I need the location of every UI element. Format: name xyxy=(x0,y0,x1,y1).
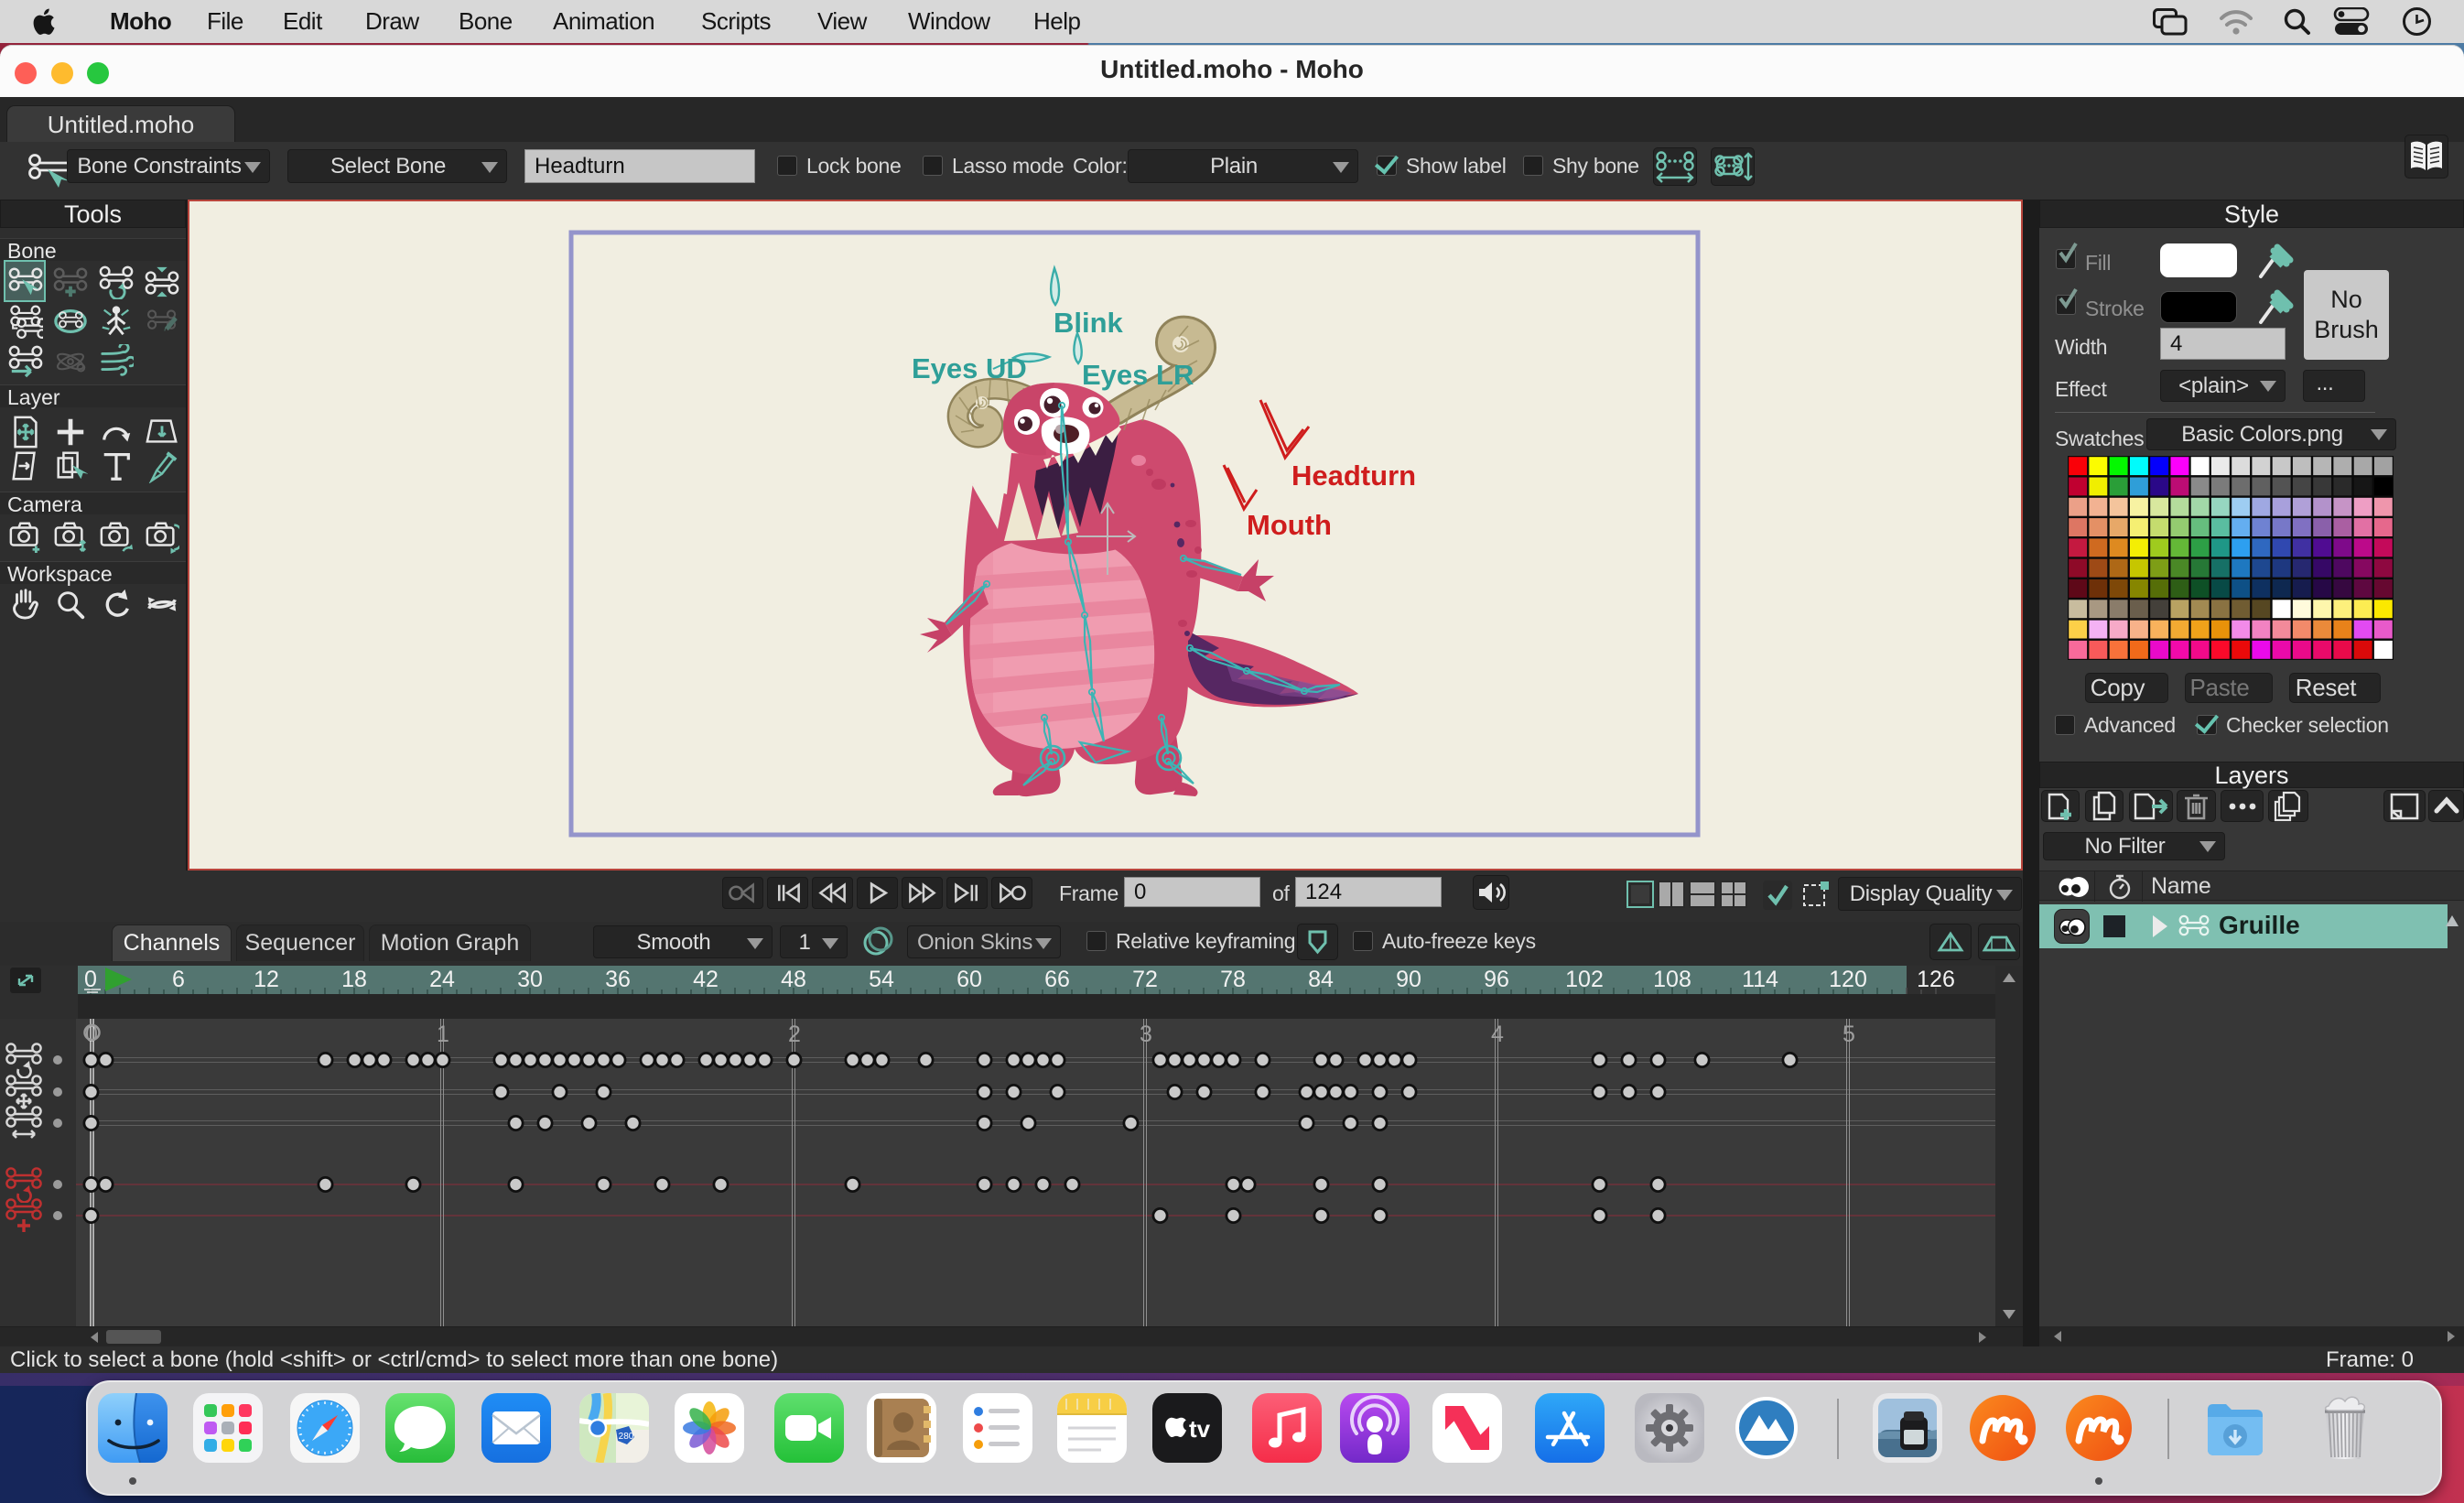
svg-text:36: 36 xyxy=(605,967,631,992)
svg-text:30: 30 xyxy=(517,967,543,992)
svg-text:Headturn: Headturn xyxy=(1291,460,1416,492)
svg-text:12: 12 xyxy=(254,967,279,992)
svg-text:114: 114 xyxy=(1742,967,1778,992)
svg-text:54: 54 xyxy=(869,967,894,992)
svg-text:tv: tv xyxy=(1189,1415,1211,1443)
svg-text:102: 102 xyxy=(1565,967,1604,992)
svg-text:108: 108 xyxy=(1653,967,1691,992)
svg-text:6: 6 xyxy=(172,967,185,992)
svg-text:42: 42 xyxy=(693,967,719,992)
svg-text:1: 1 xyxy=(437,1022,449,1047)
svg-text:Mouth: Mouth xyxy=(1247,509,1332,541)
svg-text:3: 3 xyxy=(1140,1022,1152,1047)
svg-text:18: 18 xyxy=(341,967,367,992)
svg-text:60: 60 xyxy=(956,967,982,992)
svg-text:72: 72 xyxy=(1132,967,1158,992)
svg-text:90: 90 xyxy=(1396,967,1421,992)
svg-text:5: 5 xyxy=(1843,1022,1855,1047)
svg-text:24: 24 xyxy=(429,967,455,992)
svg-text:84: 84 xyxy=(1308,967,1334,992)
svg-text:4: 4 xyxy=(1491,1022,1504,1047)
svg-text:0: 0 xyxy=(84,967,97,992)
svg-text:78: 78 xyxy=(1220,967,1246,992)
svg-text:120: 120 xyxy=(1829,967,1867,992)
svg-text:Eyes LR: Eyes LR xyxy=(1082,359,1194,391)
svg-text:96: 96 xyxy=(1484,967,1509,992)
svg-text:126: 126 xyxy=(1917,967,1955,992)
svg-text:48: 48 xyxy=(781,967,806,992)
svg-text:280: 280 xyxy=(619,1432,634,1442)
svg-text:Eyes UD: Eyes UD xyxy=(912,352,1027,384)
svg-text:2: 2 xyxy=(788,1022,801,1047)
svg-text:Blink: Blink xyxy=(1054,307,1124,339)
svg-text:66: 66 xyxy=(1044,967,1070,992)
